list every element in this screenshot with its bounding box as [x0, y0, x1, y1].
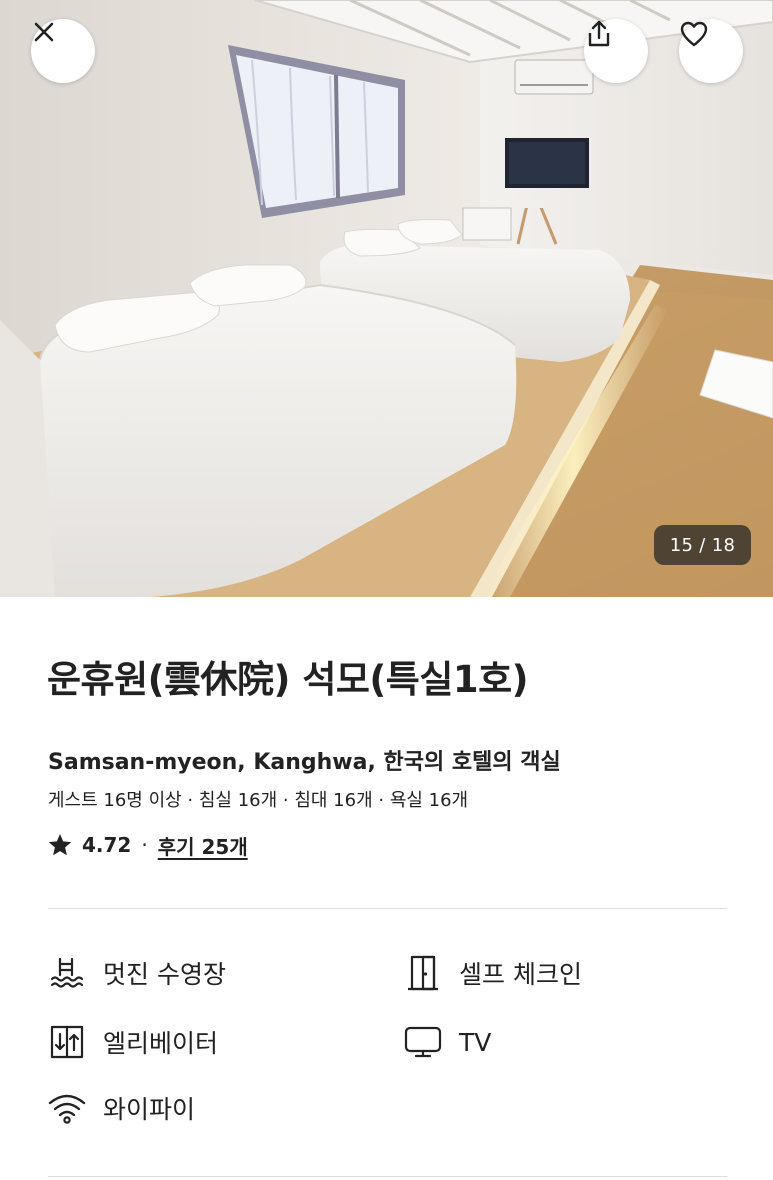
share-icon — [588, 20, 610, 47]
rating-row: 4.72 · 후기 25개 — [47, 831, 248, 859]
amenity-wifi: 와이파이 — [47, 1088, 195, 1128]
rating-separator: · — [141, 833, 148, 857]
tv-icon — [403, 1022, 443, 1062]
divider — [48, 908, 727, 909]
close-button[interactable] — [31, 19, 95, 83]
listing-info: 운휴원(雲休院) 석모(특실1호) Samsan-myeon, Kanghwa,… — [0, 597, 773, 1180]
listing-location: Samsan-myeon, Kanghwa, 한국의 호텔의 객실 — [48, 750, 561, 775]
reviews-link[interactable]: 후기 25개 — [158, 831, 248, 860]
rating-value: 4.72 — [82, 833, 132, 857]
amenity-label: TV — [459, 1027, 492, 1057]
elevator-icon — [47, 1022, 87, 1062]
save-favorite-button[interactable] — [679, 19, 743, 83]
divider — [48, 1176, 727, 1177]
wifi-icon — [47, 1088, 87, 1128]
amenity-pool: 멋진 수영장 — [47, 953, 226, 993]
star-icon — [48, 834, 72, 856]
close-icon — [34, 22, 54, 42]
amenity-label: 와이파이 — [103, 1095, 196, 1124]
photo-counter: 15 / 18 — [654, 525, 751, 565]
amenity-tv: TV — [403, 1022, 491, 1062]
amenity-label: 셀프 체크인 — [459, 960, 582, 989]
room-photo-illustration — [0, 0, 773, 597]
listing-photo[interactable]: 15 / 18 — [0, 0, 773, 597]
amenity-elevator: 엘리베이터 — [47, 1022, 218, 1062]
door-icon — [403, 953, 443, 993]
amenity-label: 멋진 수영장 — [103, 960, 226, 989]
listing-title: 운휴원(雲休院) 석모(특실1호) — [47, 658, 529, 701]
amenity-label: 엘리베이터 — [103, 1029, 219, 1058]
pool-icon — [47, 953, 87, 993]
amenity-self-checkin: 셀프 체크인 — [403, 953, 582, 993]
share-button[interactable] — [584, 19, 648, 83]
heart-icon — [680, 21, 708, 47]
listing-capacity: 게스트 16명 이상 · 침실 16개 · 침대 16개 · 욕실 16개 — [48, 790, 469, 811]
